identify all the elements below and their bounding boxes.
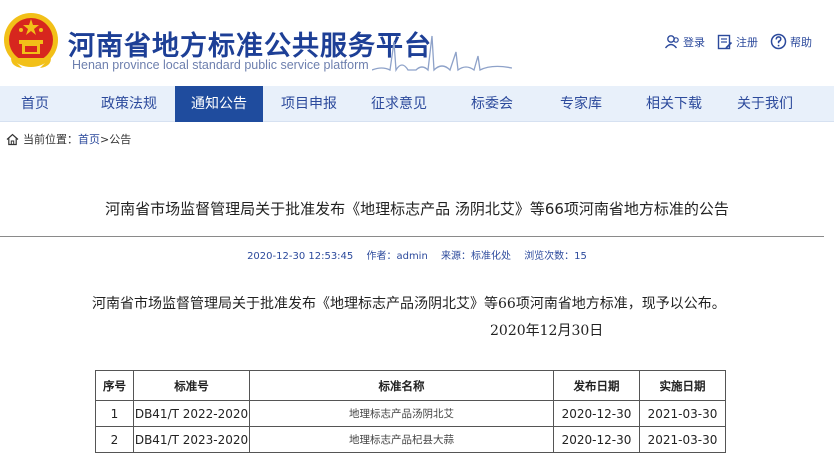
help-icon [770,33,787,50]
top-links: 登录 注册 帮助 [652,33,812,50]
article-date: 2020年12月30日 [490,323,604,339]
nav-item-projects[interactable]: 项目申报 [268,86,350,122]
nav-item-consultation[interactable]: 征求意见 [356,86,442,122]
national-emblem-icon [4,13,58,68]
login-label: 登录 [683,35,705,49]
nav-item-committee[interactable]: 标委会 [452,86,532,122]
cell-name: 地理标志产品汤阴北艾 [249,400,554,427]
cell-publish-date: 2020-12-30 [553,426,640,453]
meta-datetime: 2020-12-30 12:53:45 [247,251,354,262]
cell-code: DB41/T 2022-2020 [133,400,250,427]
nav-item-experts[interactable]: 专家库 [540,86,622,122]
site-subtitle: Henan province local standard public ser… [72,58,369,72]
col-header-publish-date: 发布日期 [553,370,640,401]
cell-index: 2 [95,426,134,453]
nav-item-policy[interactable]: 政策法规 [84,86,174,122]
cell-code: DB41/T 2023-2020 [133,426,250,453]
meta-source: 来源：标准化处 [441,251,511,262]
main-nav: 首页 政策法规 通知公告 项目申报 征求意见 标委会 专家库 相关下载 关于我们 [0,86,834,122]
register-label: 注册 [736,35,758,49]
breadcrumb-current: 公告 [109,133,132,146]
breadcrumb-home-link[interactable]: 首页 [78,131,100,147]
col-header-code: 标准号 [133,370,250,401]
breadcrumb-label: 当前位置： [23,133,78,146]
article-meta: 2020-12-30 12:53:45 作者：admin 来源：标准化处 浏览次… [0,247,834,262]
help-link[interactable]: 帮助 [770,33,812,50]
col-header-effective-date: 实施日期 [639,370,726,401]
home-icon [6,133,19,145]
cell-effective-date: 2021-03-30 [639,426,726,453]
article-title: 河南省市场监督管理局关于批准发布《地理标志产品 汤阴北艾》等66项河南省地方标准… [105,200,729,218]
nav-item-home[interactable]: 首页 [0,86,70,122]
breadcrumb-separator: > [100,132,110,146]
meta-views: 浏览次数：15 [524,251,587,262]
register-icon [717,34,733,49]
register-link[interactable]: 注册 [717,34,758,50]
cell-effective-date: 2021-03-30 [639,400,726,427]
cell-name: 地理标志产品杞县大蒜 [249,426,554,453]
help-label: 帮助 [790,35,812,49]
login-link[interactable]: 登录 [664,34,705,50]
user-icon [664,34,679,48]
standards-table: 序号 标准号 标准名称 发布日期 实施日期 1 DB41/T 2022-2020… [95,370,726,453]
cell-index: 1 [95,400,134,427]
cell-publish-date: 2020-12-30 [553,400,640,427]
table-row: 1 DB41/T 2022-2020 地理标志产品汤阴北艾 2020-12-30… [95,400,726,427]
article-body: 河南省市场监督管理局关于批准发布《地理标志产品汤阴北艾》等66项河南省地方标准，… [92,296,726,312]
col-header-index: 序号 [95,370,134,401]
title-divider [0,236,824,237]
nav-item-downloads[interactable]: 相关下载 [632,86,716,122]
table-header-row: 序号 标准号 标准名称 发布日期 实施日期 [95,370,726,401]
nav-item-about[interactable]: 关于我们 [724,86,806,122]
breadcrumb: 当前位置： 首页 > 公告 [6,131,131,147]
col-header-name: 标准名称 [249,370,554,401]
nav-item-notices[interactable]: 通知公告 [175,86,263,122]
skyline-decoration-icon [372,35,512,73]
site-header: 河南省地方标准公共服务平台 Henan province local stand… [0,0,834,86]
meta-author: 作者：admin [366,251,428,262]
table-row: 2 DB41/T 2023-2020 地理标志产品杞县大蒜 2020-12-30… [95,426,726,453]
